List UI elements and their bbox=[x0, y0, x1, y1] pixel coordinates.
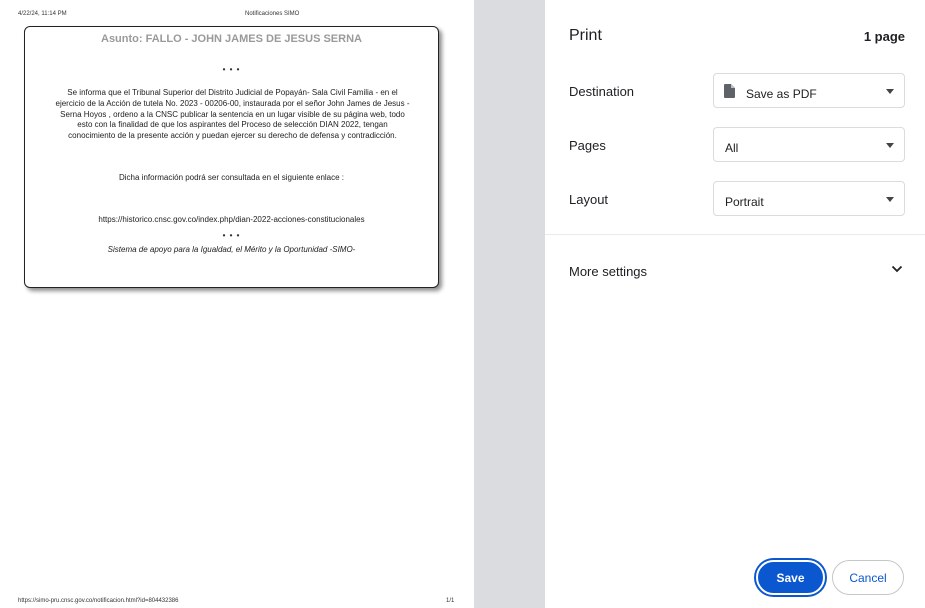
caret-down-icon bbox=[886, 89, 894, 94]
preview-page: 4/22/24, 11:14 PM Notificaciones SIMO As… bbox=[0, 0, 474, 608]
notification-card: Asunto: FALLO - JOHN JAMES DE JESUS SERN… bbox=[24, 26, 439, 288]
page-header-date: 4/22/24, 11:14 PM bbox=[18, 11, 67, 17]
caret-down-icon bbox=[886, 143, 894, 148]
cancel-button[interactable]: Cancel bbox=[832, 560, 904, 595]
more-settings-toggle[interactable]: More settings bbox=[545, 250, 925, 292]
separator-dots-top: • • • bbox=[222, 65, 241, 74]
print-title: Print bbox=[569, 27, 602, 44]
settings-divider bbox=[545, 234, 925, 235]
more-settings-label: More settings bbox=[569, 264, 648, 279]
notification-subject: Asunto: FALLO - JOHN JAMES DE JESUS SERN… bbox=[101, 33, 362, 45]
page-header-title: Notificaciones SIMO bbox=[245, 11, 300, 17]
notification-body: Se informa que el Tribunal Superior del … bbox=[55, 88, 410, 141]
destination-label: Destination bbox=[569, 84, 635, 99]
caret-down-icon bbox=[886, 197, 894, 202]
layout-value: Portrait bbox=[725, 195, 764, 209]
pages-select[interactable]: All bbox=[713, 127, 905, 162]
page-count: 1 page bbox=[863, 29, 905, 44]
pages-value: All bbox=[725, 141, 739, 155]
notification-footer: Sistema de apoyo para la Igualdad, el Mé… bbox=[107, 245, 356, 254]
page-footer-number: 1/1 bbox=[446, 598, 455, 604]
print-preview-area: 4/22/24, 11:14 PM Notificaciones SIMO As… bbox=[0, 0, 545, 608]
page-footer-url: https://simo-pru.cnsc.gov.co/notificacio… bbox=[18, 598, 179, 604]
notification-link: https://historico.cnsc.gov.co/index.php/… bbox=[98, 215, 365, 224]
destination-value: Save as PDF bbox=[746, 87, 817, 101]
pages-label: Pages bbox=[569, 138, 606, 153]
separator-dots-bottom: • • • bbox=[222, 231, 241, 240]
destination-select[interactable]: Save as PDF bbox=[713, 73, 905, 108]
chevron-down-icon bbox=[891, 265, 903, 273]
notification-info: Dicha información podrá ser consultada e… bbox=[118, 173, 345, 182]
file-icon bbox=[724, 84, 735, 98]
layout-select[interactable]: Portrait bbox=[713, 181, 905, 216]
print-settings-panel: Print 1 page Destination Save as PDF Pag… bbox=[545, 0, 925, 608]
save-button[interactable]: Save bbox=[756, 560, 825, 595]
layout-label: Layout bbox=[569, 192, 609, 207]
